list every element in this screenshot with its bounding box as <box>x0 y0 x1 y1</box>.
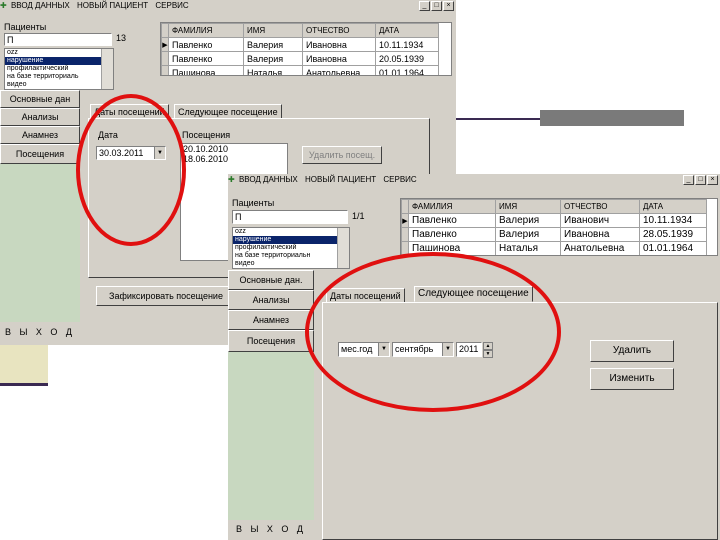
list-item[interactable]: видео <box>5 81 113 89</box>
row-pointer-icon: ▶ <box>161 37 169 52</box>
menu-new-patient[interactable]: НОВЫЙ ПАЦИЕНТ <box>305 175 376 184</box>
app-icon: ✚ <box>228 175 235 184</box>
restore-icon[interactable]: □ <box>695 175 706 185</box>
list-item[interactable]: ozz <box>5 49 113 57</box>
spin-down-icon[interactable]: ▼ <box>483 350 493 358</box>
row-pointer-icon: ▶ <box>401 213 409 228</box>
patient-count: 13 <box>116 33 127 43</box>
list-item-selected[interactable]: нарушение <box>233 236 349 244</box>
col-surname[interactable]: ФАМИЛИЯ <box>168 23 244 38</box>
grid-header-row: ФАМИЛИЯ ИМЯ ОТЧЕСТВО ДАТА <box>161 23 439 38</box>
minimize-icon[interactable]: _ <box>419 1 430 11</box>
menu-bar: ✚ ВВОД ДАННЫХ НОВЫЙ ПАЦИЕНТ СЕРВИС <box>228 174 720 185</box>
list-item[interactable]: 18.06.2010 <box>181 154 287 164</box>
table-row[interactable]: Павленко Валерия Ивановна 20.05.1939 <box>161 51 439 66</box>
tab-next-visit[interactable]: Следующее посещение <box>414 286 533 302</box>
period-value: мес.год <box>341 344 373 354</box>
table-row[interactable]: ▶ Павленко Валерия Иванович 10.11.1934 <box>401 213 707 228</box>
col-date[interactable]: ДАТА <box>639 199 707 214</box>
menu-bar: ✚ ВВОД ДАННЫХ НОВЫЙ ПАЦИЕНТ СЕРВИС <box>0 0 456 11</box>
decor-block <box>0 345 48 385</box>
patient-list[interactable]: ozz нарушение профилактический на базе т… <box>4 48 114 90</box>
month-select[interactable]: сентябрь ▼ <box>392 342 454 357</box>
menu-service[interactable]: СЕРВИС <box>383 175 416 184</box>
restore-icon[interactable]: □ <box>431 1 442 11</box>
menu-data-entry[interactable]: ВВОД ДАННЫХ <box>239 175 298 184</box>
anamnesis-button[interactable]: Анамнез <box>228 310 314 330</box>
menu-data-entry[interactable]: ВВОД ДАННЫХ <box>11 1 70 10</box>
change-button[interactable]: Изменить <box>590 368 674 390</box>
list-item[interactable]: на базе территориаль <box>5 73 113 81</box>
decor-bar <box>540 110 684 126</box>
fix-visit-button[interactable]: Зафиксировать посещение <box>96 286 236 306</box>
year-field[interactable]: 2011 <box>456 342 482 357</box>
date-label: Дата <box>98 130 118 140</box>
analyses-button[interactable]: Анализы <box>0 108 80 126</box>
visits-button[interactable]: Посещения <box>228 330 314 352</box>
table-row[interactable]: Павленко Валерия Ивановна 28.05.1939 <box>401 227 707 242</box>
chevron-down-icon[interactable]: ▼ <box>378 343 389 356</box>
exit-button[interactable]: В Ы Х О Д <box>0 322 80 345</box>
list-item[interactable]: профилактический <box>233 244 349 252</box>
list-item[interactable]: на базе территориальн <box>233 252 349 260</box>
year-value: 2011 <box>459 344 479 354</box>
decor-line-left <box>0 383 48 386</box>
grid-header-row: ФАМИЛИЯ ИМЯ ОТЧЕСТВО ДАТА <box>401 199 707 214</box>
delete-button[interactable]: Удалить <box>590 340 674 362</box>
period-select[interactable]: мес.год ▼ <box>338 342 390 357</box>
minimize-icon[interactable]: _ <box>683 175 694 185</box>
delete-visit-button[interactable]: Удалить посещ. <box>302 146 382 164</box>
exit-button[interactable]: В Ы Х О Д <box>228 520 314 540</box>
patients-label: Пациенты <box>232 198 275 208</box>
list-item-selected[interactable]: нарушение <box>5 57 113 65</box>
main-data-button[interactable]: Основные дан <box>0 90 80 108</box>
close-icon[interactable]: × <box>443 1 454 11</box>
app-icon: ✚ <box>0 1 7 10</box>
patient-list[interactable]: ozz нарушение профилактический на базе т… <box>232 227 350 269</box>
col-name[interactable]: ИМЯ <box>243 23 303 38</box>
front-window: ✚ ВВОД ДАННЫХ НОВЫЙ ПАЦИЕНТ СЕРВИС _ □ ×… <box>228 174 720 540</box>
patient-count: 1/1 <box>352 211 365 221</box>
col-patronymic[interactable]: ОТЧЕСТВО <box>302 23 376 38</box>
close-icon[interactable]: × <box>707 175 718 185</box>
visits-label: Посещения <box>182 130 231 140</box>
patients-label: Пациенты <box>4 22 47 32</box>
col-name[interactable]: ИМЯ <box>495 199 561 214</box>
visit-date-picker[interactable]: 30.03.2011 ▼ <box>96 146 166 160</box>
list-item[interactable]: профилактический <box>5 65 113 73</box>
table-row[interactable]: Пашинова Наталья Анатольевна 01.01.1964 <box>401 241 707 255</box>
menu-service[interactable]: СЕРВИС <box>155 1 188 10</box>
list-item[interactable]: 20.10.2010 <box>181 144 287 154</box>
chevron-down-icon[interactable]: ▼ <box>154 147 165 159</box>
anamnesis-button[interactable]: Анамнез <box>0 126 80 144</box>
spin-up-icon[interactable]: ▲ <box>483 342 493 350</box>
main-data-button[interactable]: Основные дан. <box>228 270 314 290</box>
window-controls: _ □ × <box>683 175 718 185</box>
analyses-button[interactable]: Анализы <box>228 290 314 310</box>
tab-panel <box>322 302 718 540</box>
list-scrollbar[interactable] <box>337 228 349 268</box>
col-surname[interactable]: ФАМИЛИЯ <box>408 199 496 214</box>
side-panel <box>228 352 314 520</box>
menu-new-patient[interactable]: НОВЫЙ ПАЦИЕНТ <box>77 1 148 10</box>
chevron-down-icon[interactable]: ▼ <box>442 343 453 356</box>
visits-button[interactable]: Посещения <box>0 144 80 164</box>
window-controls: _ □ × <box>419 1 454 11</box>
month-value: сентябрь <box>395 344 434 354</box>
list-item[interactable]: видео <box>233 260 349 268</box>
list-scrollbar[interactable] <box>101 49 113 89</box>
patients-grid[interactable]: ФАМИЛИЯ ИМЯ ОТЧЕСТВО ДАТА ▶ Павленко Вал… <box>400 198 718 256</box>
side-panel <box>0 164 80 322</box>
patients-grid[interactable]: ФАМИЛИЯ ИМЯ ОТЧЕСТВО ДАТА ▶ Павленко Вал… <box>160 22 452 76</box>
list-item[interactable]: ozz <box>233 228 349 236</box>
patient-search-input[interactable]: П <box>232 210 348 224</box>
patient-search-input[interactable]: П <box>4 33 112 46</box>
col-date[interactable]: ДАТА <box>375 23 439 38</box>
table-row[interactable]: ▶ Павленко Валерия Ивановна 10.11.1934 <box>161 37 439 52</box>
table-row[interactable]: Пашинова Наталья Анатольевна 01.01.1964 <box>161 65 439 75</box>
col-patronymic[interactable]: ОТЧЕСТВО <box>560 199 640 214</box>
visit-date-value: 30.03.2011 <box>99 148 144 158</box>
